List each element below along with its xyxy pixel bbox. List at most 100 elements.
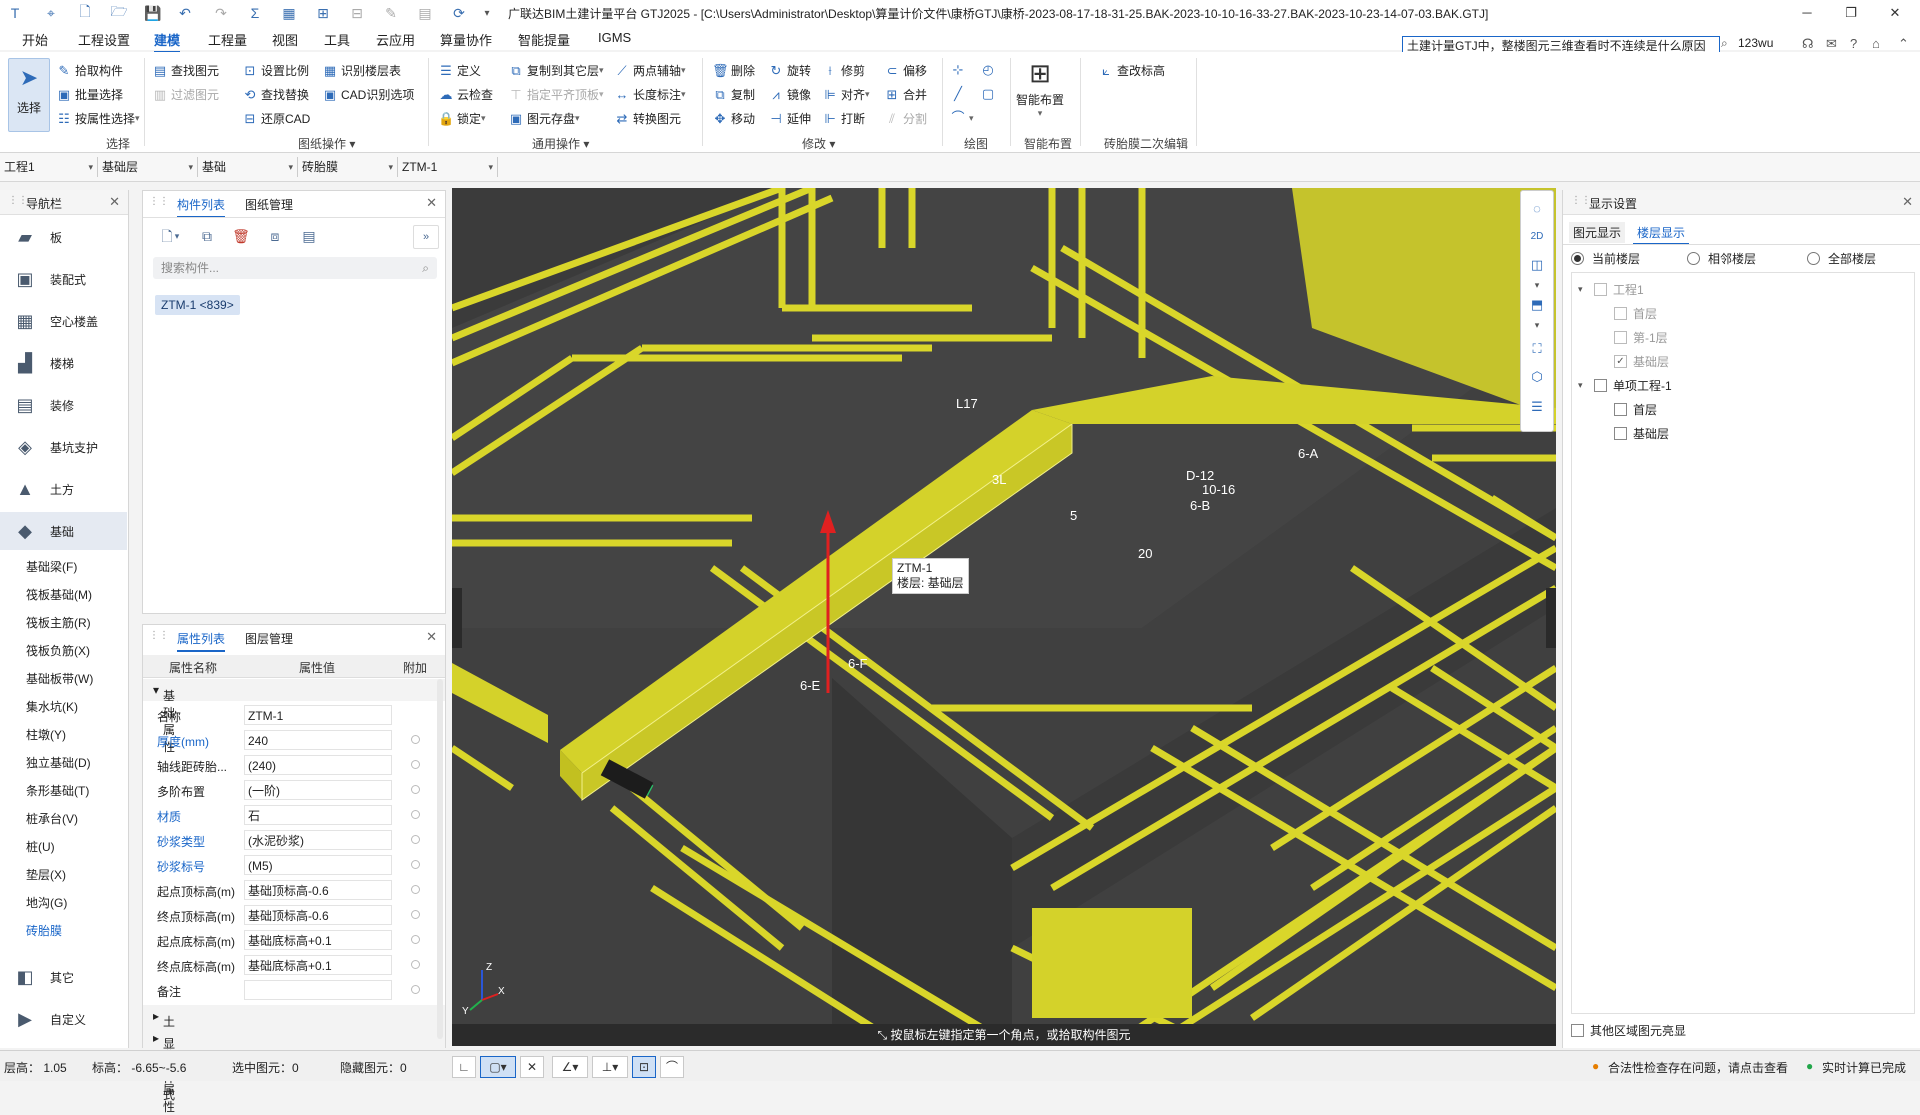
3d-viewport[interactable]: Z X Y L17 3L D-12 10-16 6-A 6-B 5 20 6-F 6-E ZTM-… — [452, 188, 1556, 1046]
view-cube-icon[interactable]: ⬒ — [1527, 295, 1547, 315]
tab-element-display[interactable]: 图元显示 — [1569, 222, 1626, 243]
validity-warning-link[interactable]: 合法性检查存在问题，请点击查看 — [1608, 1059, 1788, 1076]
nav-category[interactable]: ▰ 板 — [0, 218, 127, 256]
2d-view-icon[interactable]: 2D — [1527, 227, 1547, 247]
floor-tree-node[interactable]: 第-1层 — [1614, 329, 1668, 346]
3d-scene[interactable]: Z X Y L17 3L D-1210-16 6-A 6-B 5 20 6-F 6-E — [452, 188, 1556, 1046]
close-icon[interactable]: ✕ — [1902, 194, 1913, 210]
component-search-input[interactable]: 搜索构件... ⌕ — [153, 257, 437, 279]
chevron-down-icon[interactable]: ▾ — [1527, 315, 1547, 335]
property-value-field[interactable] — [244, 980, 392, 1000]
nav-subitem[interactable]: 基础梁(F) — [26, 558, 77, 575]
convert-element-button[interactable]: ⇄ 转换图元 — [614, 110, 681, 127]
property-value-field[interactable]: 石 — [244, 805, 392, 825]
minimize-button[interactable]: ─ — [1792, 3, 1822, 23]
draw-rotate-point-button[interactable]: ◴ — [980, 62, 999, 78]
property-value-field[interactable]: 基础顶标高-0.6 — [244, 880, 392, 900]
3d-view-icon[interactable]: ◫ — [1527, 255, 1547, 275]
pick-component-button[interactable]: ✎ 拾取构件 — [56, 62, 123, 79]
property-value-field[interactable]: (一阶) — [244, 780, 392, 800]
attach-radio[interactable] — [411, 810, 420, 819]
drag-handle-icon[interactable]: ⋮⋮ — [149, 196, 169, 207]
nav-category[interactable]: ◈ 基坑支护 — [0, 428, 127, 466]
lock-button[interactable]: 🔒 锁定 ▾ — [438, 110, 486, 127]
close-icon[interactable]: ✕ — [426, 629, 437, 645]
nav-subitem[interactable]: 柱墩(Y) — [26, 726, 66, 743]
copy-button[interactable]: ⧉ 复制 — [712, 86, 755, 103]
cloud-sync-icon[interactable]: ⟳ — [450, 4, 468, 22]
snap-button[interactable]: ▢▾ — [480, 1056, 516, 1078]
break-button[interactable]: ⊩ 打断 — [822, 110, 865, 127]
property-value-field[interactable]: 基础底标高+0.1 — [244, 930, 392, 950]
batch-select-button[interactable]: ▣ 批量选择 — [56, 86, 123, 103]
tab-tools[interactable]: 工具 — [324, 30, 350, 49]
nav-category[interactable]: ▶ 自定义 — [0, 1000, 127, 1038]
nav-subitem[interactable]: 垫层(X) — [26, 866, 66, 883]
property-value-field[interactable]: (M5) — [244, 855, 392, 875]
fit-view-icon[interactable]: ⛶ — [1527, 339, 1547, 359]
nav-subitem[interactable]: 筏板基础(M) — [26, 586, 92, 603]
floor-tree-node[interactable]: 首层 — [1614, 305, 1657, 322]
attach-radio[interactable] — [411, 985, 420, 994]
warning-icon[interactable]: ● — [1592, 1059, 1599, 1073]
draw-line-button[interactable]: ╱ — [950, 86, 969, 102]
tab-component-list[interactable]: 构件列表 — [177, 196, 226, 218]
quick-select-icon[interactable]: ⌖ — [42, 4, 60, 22]
nav-category[interactable]: ▦ 空心楼盖 — [0, 302, 127, 340]
radio-current-floor[interactable]: 当前楼层 — [1571, 250, 1640, 267]
floor-tree-node[interactable]: 首层 — [1614, 401, 1657, 418]
tab-quantities[interactable]: 工程量 — [208, 30, 247, 49]
tab-igms[interactable]: IGMS — [598, 30, 631, 45]
copy-component-icon[interactable]: ⧉ — [195, 225, 219, 247]
arc-snap-button[interactable]: ⌒ — [660, 1056, 684, 1078]
report-icon[interactable]: ▦ — [280, 4, 298, 22]
select-by-property-button[interactable]: ☷ 按属性选择 ▾ — [56, 110, 139, 127]
attach-radio[interactable] — [411, 835, 420, 844]
checkbox[interactable] — [1594, 379, 1607, 392]
user-account[interactable]: 123wu — [1738, 36, 1773, 50]
tab-smart-extract[interactable]: 智能提量 — [518, 30, 570, 49]
tab-cloud[interactable]: 云应用 — [376, 30, 415, 49]
split-button[interactable]: ⫽ 分割 — [884, 110, 927, 127]
close-icon[interactable]: ✕ — [109, 194, 120, 210]
cloud-check-button[interactable]: ☁ 云检查 — [438, 86, 494, 103]
cad-options-button[interactable]: ▣ CAD识别选项 — [322, 86, 415, 103]
display-mode-icon[interactable]: ⬡ — [1527, 367, 1547, 387]
tab-drawing-management[interactable]: 图纸管理 — [245, 196, 293, 213]
sum-icon[interactable]: Σ — [246, 4, 264, 22]
offset-button[interactable]: ⊂ 偏移 — [884, 62, 927, 79]
dynamic-input-button[interactable]: ⊡ — [632, 1056, 656, 1078]
nav-subitem[interactable]: 条形基础(T) — [26, 782, 89, 799]
view-settings-icon[interactable]: ☰ — [1527, 397, 1547, 417]
tab-modeling[interactable]: 建模 — [154, 30, 181, 53]
tab-floor-display[interactable]: 楼层显示 — [1633, 222, 1690, 245]
property-scrollbar[interactable] — [437, 679, 443, 1039]
filter-element-button[interactable]: ▥ 过滤图元 — [152, 86, 219, 103]
move-button[interactable]: ✥ 移动 — [712, 110, 755, 127]
layer-copy-icon[interactable]: ⧈ — [263, 225, 287, 247]
redo-icon[interactable]: ↷ — [212, 4, 230, 22]
merge-button[interactable]: ⊞ 合并 — [884, 86, 927, 103]
property-value-field[interactable]: 基础底标高+0.1 — [244, 955, 392, 975]
attach-radio[interactable] — [411, 860, 420, 869]
floor-tree-node[interactable]: ▾ 单项工程-1 — [1578, 377, 1672, 394]
nav-category[interactable]: ▤ 装修 — [0, 386, 127, 424]
nav-subitem[interactable]: 桩承台(V) — [26, 810, 78, 827]
find-element-button[interactable]: ▤ 查找图元 — [152, 62, 219, 79]
headset-icon[interactable]: ☊ — [1802, 36, 1814, 52]
expand-toolbar-icon[interactable]: » — [413, 225, 439, 249]
help-icon[interactable]: ? — [1850, 36, 1857, 51]
draw-rect-button[interactable]: ▢ — [980, 86, 999, 102]
attach-radio[interactable] — [411, 735, 420, 744]
type-select[interactable]: 砖胎膜 ▾ — [298, 157, 398, 177]
identify-floor-table-button[interactable]: ▦ 识别楼层表 — [322, 62, 401, 79]
define-button[interactable]: ☰ 定义 — [438, 62, 481, 79]
floor-tree-node[interactable]: 基础层 — [1614, 425, 1669, 442]
mirror-button[interactable]: ⩘ 镜像 — [768, 86, 811, 103]
close-icon[interactable]: ✕ — [426, 195, 437, 211]
save-icon[interactable]: 💾 — [144, 4, 162, 22]
property-value-field[interactable]: ZTM-1 — [244, 705, 392, 725]
cross-snap-button[interactable]: ✕ — [520, 1056, 544, 1078]
chevron-down-icon[interactable]: ▾ — [1578, 284, 1590, 295]
ortho-button[interactable]: ∟ — [452, 1056, 476, 1078]
